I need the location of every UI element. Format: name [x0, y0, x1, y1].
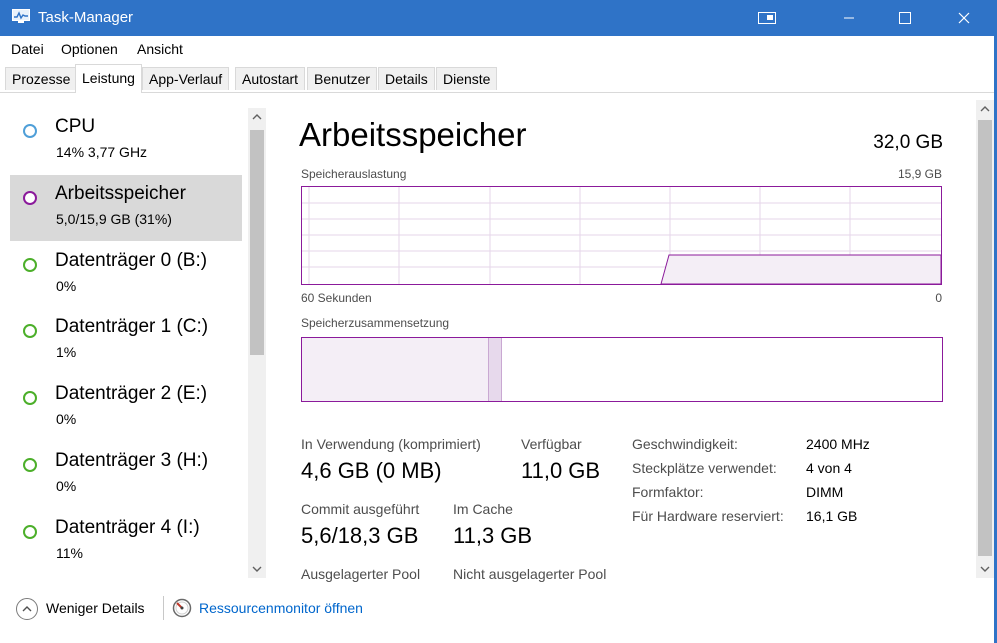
usage-graph-max: 15,9 GB — [897, 167, 942, 181]
memory-usage-graph — [301, 186, 942, 285]
resource-item-memory[interactable]: Arbeitsspeicher 5,0/15,9 GB (31%) — [10, 175, 242, 241]
time-axis-start: 60 Sekunden — [301, 291, 372, 305]
form-factor-value: DIMM — [806, 484, 844, 500]
tab-users[interactable]: Benutzer — [307, 67, 378, 90]
scrollbar-thumb[interactable] — [978, 120, 992, 556]
scroll-down-icon[interactable] — [248, 560, 266, 578]
resource-detail: 1% — [56, 344, 77, 360]
tab-bar: Prozesse Leistung App-Verlauf Autostart … — [0, 61, 994, 93]
maximize-button[interactable] — [882, 0, 928, 36]
slots-value: 4 von 4 — [806, 460, 852, 476]
resource-item-disk-0[interactable]: Datenträger 0 (B:) 0% — [10, 242, 242, 308]
resource-detail: 0% — [56, 411, 77, 427]
disk-indicator-icon — [23, 258, 37, 272]
memory-total: 32,0 GB — [873, 132, 943, 153]
speed-label: Geschwindigkeit: — [632, 436, 738, 452]
composition-label: Speicherzusammensetzung — [301, 316, 450, 330]
cpu-indicator-icon — [23, 124, 37, 138]
resource-item-disk-4[interactable]: Datenträger 4 (I:) 11% — [10, 509, 242, 575]
resource-item-disk-3[interactable]: Datenträger 3 (H:) 0% — [10, 442, 242, 508]
available-value: 11,0 GB — [521, 458, 601, 483]
resource-name: Datenträger 0 (B:) — [55, 250, 208, 271]
fewer-details-button[interactable]: Weniger Details — [46, 600, 145, 616]
compact-view-icon — [758, 12, 776, 24]
paged-pool-label: Ausgelagerter Pool — [301, 566, 421, 582]
scroll-down-icon[interactable] — [976, 560, 994, 578]
nonpaged-pool-label: Nicht ausgelagerter Pool — [453, 566, 607, 582]
minimize-button[interactable] — [826, 0, 872, 36]
in-use-label: In Verwendung (komprimiert) — [301, 436, 481, 452]
scroll-up-icon[interactable] — [976, 100, 994, 118]
window-title: Task-Manager — [38, 9, 134, 26]
maximize-icon — [899, 12, 911, 24]
memory-usage-chart — [302, 187, 941, 284]
footer-divider — [163, 596, 164, 620]
cache-value: 11,3 GB — [453, 523, 533, 548]
details-scrollbar[interactable] — [976, 100, 994, 578]
minimize-icon — [844, 17, 854, 19]
close-button[interactable] — [941, 0, 987, 36]
available-label: Verfügbar — [521, 436, 582, 452]
resource-list: CPU 14% 3,77 GHz Arbeitsspeicher 5,0/15,… — [0, 93, 268, 583]
tab-processes[interactable]: Prozesse — [5, 67, 78, 90]
commit-value: 5,6/18,3 GB — [301, 523, 419, 548]
resource-list-scrollbar[interactable] — [248, 108, 266, 578]
disk-indicator-icon — [23, 458, 37, 472]
hardware-reserved-label: Für Hardware reserviert: — [632, 508, 784, 524]
chevron-up-icon[interactable] — [16, 598, 38, 620]
resource-detail: 0% — [56, 478, 77, 494]
disk-indicator-icon — [23, 391, 37, 405]
scroll-up-icon[interactable] — [248, 108, 266, 126]
resource-item-disk-2[interactable]: Datenträger 2 (E:) 0% — [10, 375, 242, 441]
tab-services[interactable]: Dienste — [436, 67, 498, 90]
hardware-reserved-value: 16,1 GB — [806, 508, 858, 524]
tab-startup[interactable]: Autostart — [235, 67, 306, 90]
memory-composition-bar — [301, 337, 943, 402]
time-axis-end: 0 — [935, 291, 942, 305]
menu-bar: Datei Optionen Ansicht — [0, 36, 994, 61]
form-factor-label: Formfaktor: — [632, 484, 704, 500]
commit-label: Commit ausgeführt — [301, 501, 420, 517]
usage-graph-label: Speicherauslastung — [301, 167, 407, 181]
open-resource-monitor-link[interactable]: Ressourcenmonitor öffnen — [199, 600, 363, 616]
composition-in-use — [302, 338, 489, 401]
menu-ansicht[interactable]: Ansicht — [137, 41, 183, 57]
resource-name: Datenträger 1 (C:) — [55, 316, 209, 337]
resource-detail: 11% — [56, 545, 83, 561]
resource-name: Datenträger 4 (I:) — [55, 517, 200, 538]
resource-name: Datenträger 3 (H:) — [55, 450, 209, 471]
task-manager-icon — [12, 9, 30, 23]
resource-item-cpu[interactable]: CPU 14% 3,77 GHz — [10, 108, 242, 174]
compact-view-button[interactable] — [744, 0, 790, 36]
disk-indicator-icon — [23, 525, 37, 539]
resource-name: CPU — [55, 116, 96, 137]
title-bar[interactable]: Task-Manager — [0, 0, 997, 36]
resource-detail: 5,0/15,9 GB (31%) — [56, 211, 172, 227]
tab-details[interactable]: Details — [378, 67, 435, 90]
cache-label: Im Cache — [453, 501, 513, 517]
disk-indicator-icon — [23, 324, 37, 338]
composition-modified — [488, 338, 502, 401]
resource-monitor-icon — [172, 598, 192, 618]
menu-datei[interactable]: Datei — [11, 41, 44, 57]
resource-item-disk-1[interactable]: Datenträger 1 (C:) 1% — [10, 308, 242, 374]
memory-indicator-icon — [23, 191, 37, 205]
page-title: Arbeitsspeicher — [299, 116, 527, 153]
resource-detail: 14% 3,77 GHz — [56, 144, 148, 160]
tab-performance[interactable]: Leistung — [75, 64, 142, 93]
footer — [0, 583, 994, 643]
in-use-value: 4,6 GB (0 MB) — [301, 458, 442, 483]
menu-optionen[interactable]: Optionen — [61, 41, 118, 57]
tab-app-history[interactable]: App-Verlauf — [142, 67, 230, 90]
speed-value: 2400 MHz — [806, 436, 870, 452]
slots-label: Steckplätze verwendet: — [632, 460, 777, 476]
resource-detail: 0% — [56, 278, 77, 294]
memory-usage-area — [660, 254, 941, 284]
close-icon — [958, 12, 970, 24]
scrollbar-thumb[interactable] — [250, 130, 264, 355]
resource-name: Datenträger 2 (E:) — [55, 383, 208, 404]
resource-name: Arbeitsspeicher — [55, 183, 186, 204]
